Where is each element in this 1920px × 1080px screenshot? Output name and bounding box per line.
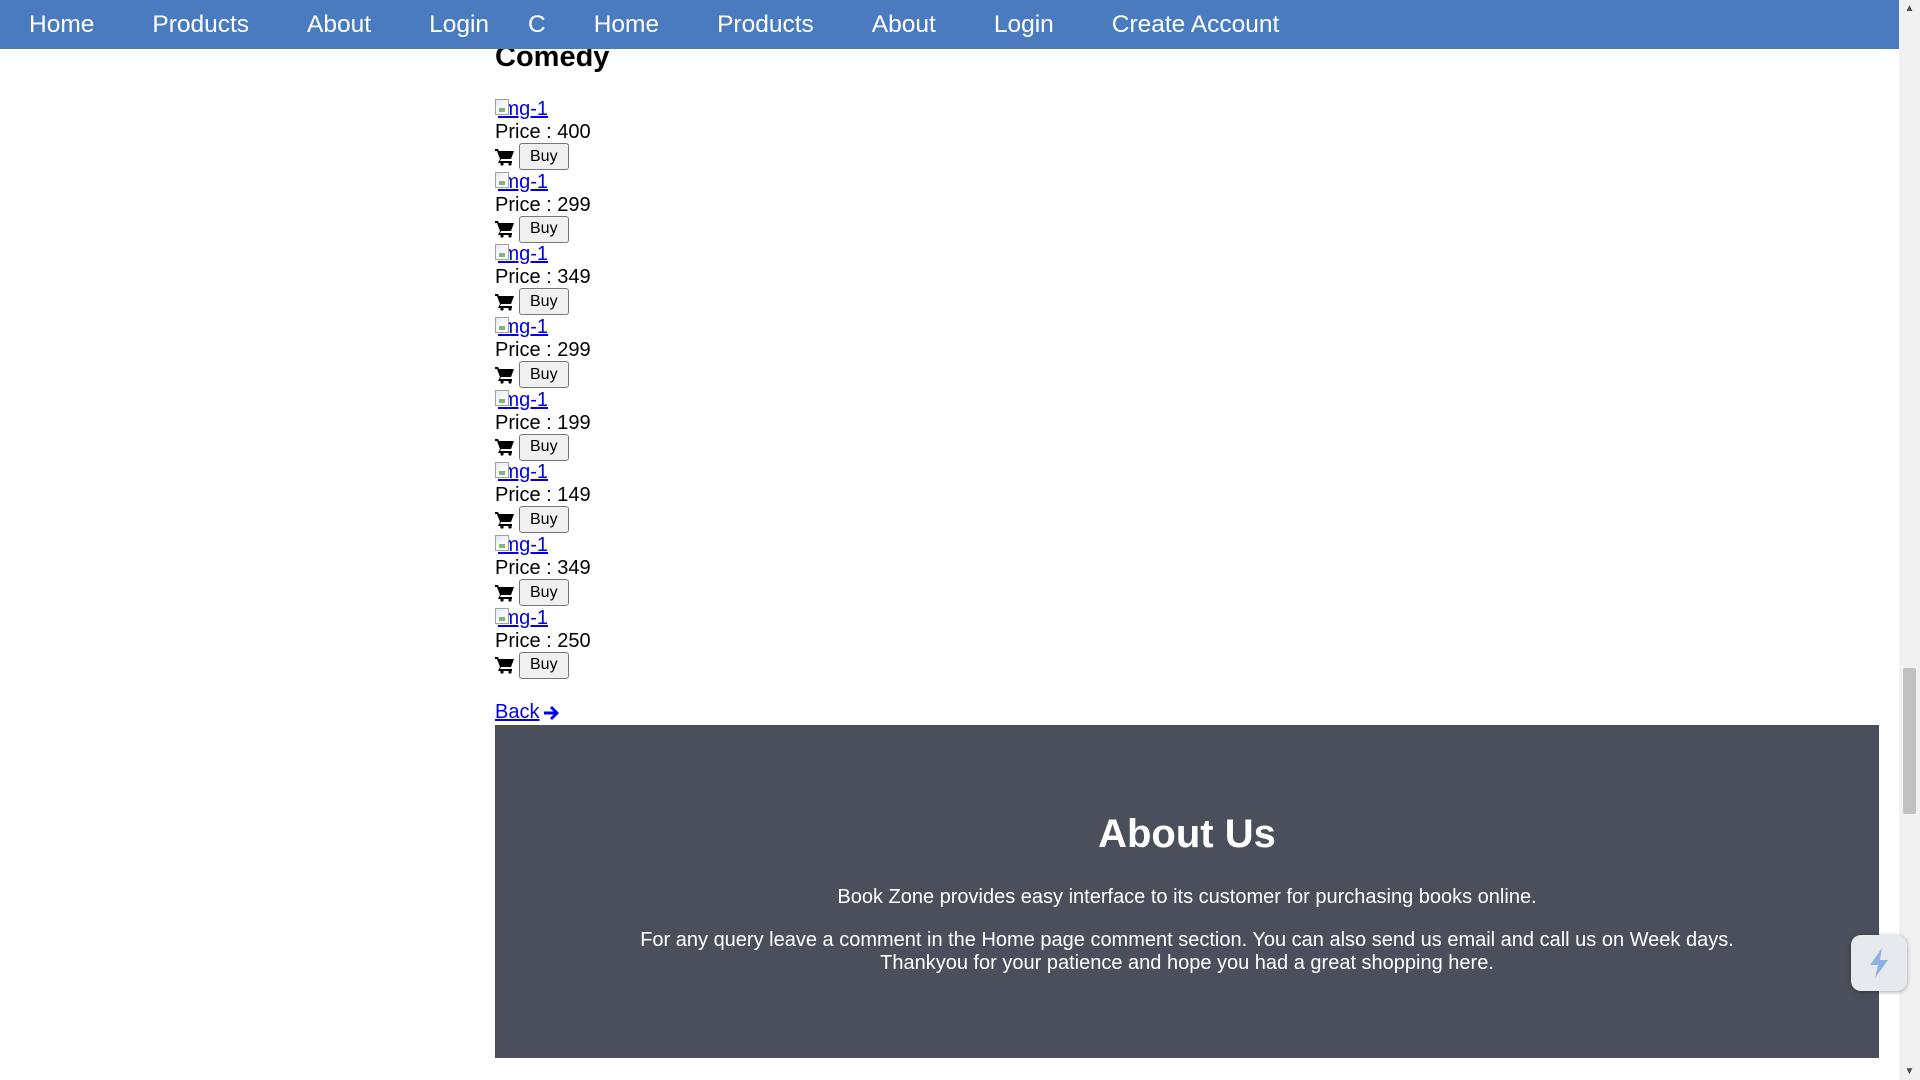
shopping-cart-icon xyxy=(495,221,514,238)
broken-image-icon xyxy=(495,462,509,479)
product-item: img-1 Price : 149 Buy xyxy=(495,460,591,534)
back-link[interactable]: Back xyxy=(495,701,561,724)
nav-about[interactable]: About xyxy=(278,0,400,49)
product-price: Price : 349 xyxy=(495,557,591,580)
shopping-cart-icon xyxy=(495,511,514,529)
product-price: Price : 199 xyxy=(495,411,591,434)
nav-create-truncated[interactable]: C xyxy=(518,0,565,49)
lightning-icon xyxy=(1870,948,1888,978)
product-image-link[interactable]: img-1 xyxy=(495,388,591,412)
floating-widget-button[interactable] xyxy=(1851,935,1907,991)
buy-button[interactable]: Buy xyxy=(519,579,569,607)
buy-row: Buy xyxy=(495,288,591,316)
buy-button[interactable]: Buy xyxy=(519,215,569,243)
nav-products-2[interactable]: Products xyxy=(688,0,843,49)
broken-image-icon xyxy=(495,317,509,334)
shopping-cart-icon xyxy=(495,657,514,674)
page: Home Products About Login C Home Product… xyxy=(0,0,1920,1080)
vertical-scrollbar[interactable]: ▲ ▼ xyxy=(1899,0,1920,1080)
shopping-cart-icon xyxy=(495,439,514,456)
product-item: img-1 Price : 199 Buy xyxy=(495,388,591,461)
broken-image-icon xyxy=(495,607,509,624)
arrow-right-icon xyxy=(544,705,560,720)
buy-button[interactable]: Buy xyxy=(519,361,569,389)
buy-row: Buy xyxy=(495,433,591,461)
product-image-link[interactable]: img-1 xyxy=(495,460,591,484)
nav-login[interactable]: Login xyxy=(400,0,518,49)
buy-row: Buy xyxy=(495,651,591,679)
top-navbar: Home Products About Login C Home Product… xyxy=(0,0,1899,49)
broken-image-icon xyxy=(495,244,509,261)
product-image-link[interactable]: img-1 xyxy=(495,170,591,194)
buy-row: Buy xyxy=(495,579,591,607)
product-price: Price : 250 xyxy=(495,629,591,652)
product-item: img-1 Price : 250 Buy xyxy=(495,606,591,679)
product-price: Price : 349 xyxy=(495,266,591,289)
buy-button[interactable]: Buy xyxy=(519,651,569,679)
nav-products[interactable]: Products xyxy=(123,0,278,49)
product-price: Price : 149 xyxy=(495,484,591,507)
product-price: Price : 400 xyxy=(495,121,591,143)
broken-image-icon xyxy=(495,99,509,115)
product-image-link[interactable]: img-1 xyxy=(495,242,591,266)
nav-create-account[interactable]: Create Account xyxy=(1083,0,1309,49)
buy-row: Buy xyxy=(495,143,591,170)
buy-button[interactable]: Buy xyxy=(519,506,569,534)
buy-row: Buy xyxy=(495,215,591,243)
about-us-title: About Us xyxy=(1098,812,1276,856)
product-item: img-1 Price : 299 Buy xyxy=(495,170,591,243)
nav-home-2[interactable]: Home xyxy=(565,0,688,49)
nav-login-2[interactable]: Login xyxy=(965,0,1083,49)
product-image-link[interactable]: img-1 xyxy=(495,315,591,339)
about-us-contact-info: For any query leave a comment in the Hom… xyxy=(640,929,1734,974)
buy-button[interactable]: Buy xyxy=(519,433,569,461)
product-image-link[interactable]: img-1 xyxy=(495,606,591,630)
product-item: img-1 Price : 349 Buy xyxy=(495,242,591,316)
nav-about-2[interactable]: About xyxy=(843,0,965,49)
product-item: img-1 Price : 299 Buy xyxy=(495,315,591,389)
product-item: img-1 Price : 400 Buy xyxy=(495,97,591,170)
about-us-description: Book Zone provides easy interface to its… xyxy=(837,886,1537,908)
broken-image-icon xyxy=(495,171,509,188)
shopping-cart-icon xyxy=(495,293,514,311)
scroll-up-arrow-icon[interactable]: ▲ xyxy=(1899,0,1920,17)
back-link-label: Back xyxy=(495,701,540,723)
product-image-link[interactable]: img-1 xyxy=(495,97,591,121)
shopping-cart-icon xyxy=(495,148,514,166)
broken-image-icon xyxy=(495,535,509,552)
scroll-down-arrow-icon[interactable]: ▼ xyxy=(1899,1063,1920,1080)
buy-button[interactable]: Buy xyxy=(519,288,569,316)
product-item: img-1 Price : 349 Buy xyxy=(495,533,591,607)
shopping-cart-icon xyxy=(495,366,514,384)
scrollbar-thumb[interactable] xyxy=(1903,668,1916,814)
shopping-cart-icon xyxy=(495,584,514,602)
nav-home[interactable]: Home xyxy=(0,0,123,49)
buy-row: Buy xyxy=(495,506,591,534)
buy-row: Buy xyxy=(495,361,591,389)
product-price: Price : 299 xyxy=(495,339,591,362)
product-list: img-1 Price : 400 Buy img-1 Price : 299 … xyxy=(495,97,591,679)
about-us-section: About Us Book Zone provides easy interfa… xyxy=(495,725,1879,1058)
product-image-link[interactable]: img-1 xyxy=(495,533,591,557)
buy-button[interactable]: Buy xyxy=(519,143,569,170)
product-price: Price : 299 xyxy=(495,193,591,216)
broken-image-icon xyxy=(495,389,509,406)
